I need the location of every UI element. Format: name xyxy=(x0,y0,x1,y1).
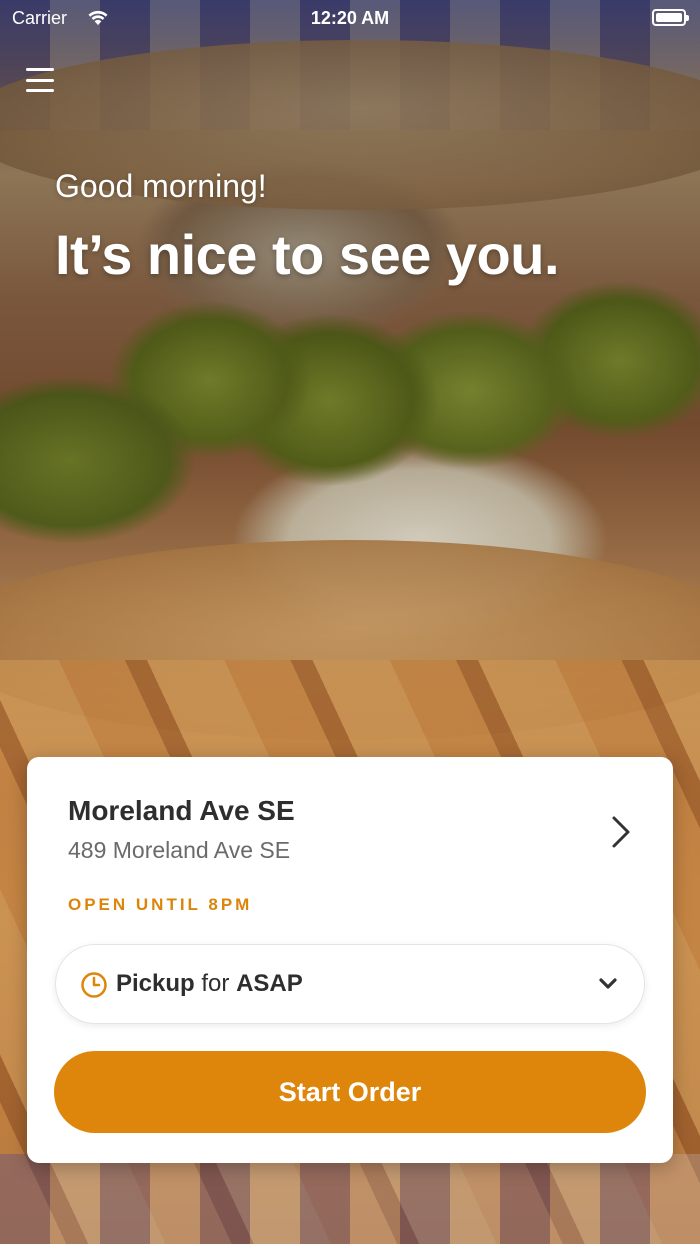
order-connector: for xyxy=(201,970,230,997)
hours-status: OPEN UNTIL 8PM xyxy=(68,895,253,914)
store-address: 489 Moreland Ave SE xyxy=(68,837,291,863)
greeting-subtitle: Good morning! xyxy=(55,168,267,204)
store-name: Moreland Ave SE xyxy=(68,795,295,826)
store-selector[interactable]: Moreland Ave SE 489 Moreland Ave SE xyxy=(27,757,673,877)
battery-full-icon xyxy=(652,9,689,26)
status-time: 12:20 AM xyxy=(310,8,390,28)
order-mode-dropdown[interactable]: Pickup for ASAP xyxy=(55,944,645,1024)
chevron-down-icon xyxy=(599,978,617,989)
chevron-right-icon xyxy=(612,816,630,848)
start-order-button[interactable]: Start Order xyxy=(54,1051,646,1133)
order-method: Pickup xyxy=(116,970,195,997)
status-bar: Carrier 12:20 AM xyxy=(0,0,700,40)
store-card: Moreland Ave SE 489 Moreland Ave SE OPEN… xyxy=(27,757,673,1163)
order-mode-text: Pickup for ASAP xyxy=(116,970,303,998)
greeting-headline: It’s nice to see you. xyxy=(55,223,560,286)
hamburger-menu-icon[interactable] xyxy=(26,66,56,94)
order-time: ASAP xyxy=(236,970,303,997)
clock-icon xyxy=(81,972,107,998)
